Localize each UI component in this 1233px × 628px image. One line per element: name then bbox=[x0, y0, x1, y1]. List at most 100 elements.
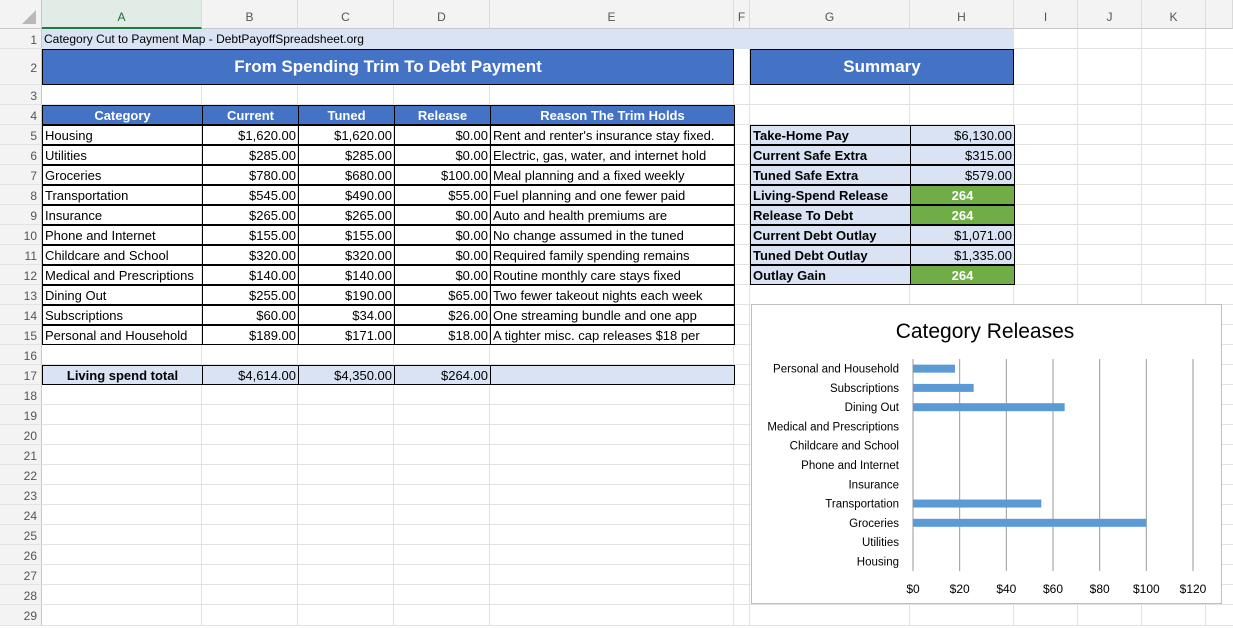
total-row-cell[interactable]: $4,350.00 bbox=[298, 365, 395, 385]
row-header-21[interactable]: 21 bbox=[0, 445, 42, 465]
summary-value[interactable]: 264 bbox=[910, 185, 1015, 205]
table-cell[interactable]: One streaming bundle and one app bbox=[490, 305, 735, 325]
row-header-10[interactable]: 10 bbox=[0, 225, 42, 245]
row-header-27[interactable]: 27 bbox=[0, 565, 42, 585]
table-cell[interactable]: $18.00 bbox=[394, 325, 491, 345]
column-header-k[interactable]: K bbox=[1142, 0, 1206, 29]
total-row-cell[interactable] bbox=[490, 365, 735, 385]
summary-value[interactable]: 264 bbox=[910, 265, 1015, 285]
table-cell[interactable]: $285.00 bbox=[202, 145, 299, 165]
table-cell[interactable]: $680.00 bbox=[298, 165, 395, 185]
table-cell[interactable]: Utilities bbox=[42, 145, 203, 165]
row-header-24[interactable]: 24 bbox=[0, 505, 42, 525]
summary-label[interactable]: Tuned Safe Extra bbox=[750, 165, 911, 185]
table-cell[interactable]: Required family spending remains bbox=[490, 245, 735, 265]
row-header-25[interactable]: 25 bbox=[0, 525, 42, 545]
column-header-i[interactable]: I bbox=[1014, 0, 1078, 29]
row-header-19[interactable]: 19 bbox=[0, 405, 42, 425]
table-cell[interactable]: Subscriptions bbox=[42, 305, 203, 325]
row-header-22[interactable]: 22 bbox=[0, 465, 42, 485]
total-row-cell[interactable]: $264.00 bbox=[394, 365, 491, 385]
table-cell[interactable]: Personal and Household bbox=[42, 325, 203, 345]
row-header-12[interactable]: 12 bbox=[0, 265, 42, 285]
table-cell[interactable]: $155.00 bbox=[298, 225, 395, 245]
row-header-20[interactable]: 20 bbox=[0, 425, 42, 445]
summary-value[interactable]: $1,335.00 bbox=[910, 245, 1015, 265]
summary-label[interactable]: Release To Debt bbox=[750, 205, 911, 225]
table-cell[interactable]: Electric, gas, water, and internet hold bbox=[490, 145, 735, 165]
row-header-11[interactable]: 11 bbox=[0, 245, 42, 265]
table-header-cell[interactable]: Current bbox=[202, 105, 299, 125]
summary-value[interactable]: $1,071.00 bbox=[910, 225, 1015, 245]
table-cell[interactable]: $320.00 bbox=[298, 245, 395, 265]
total-row-cell[interactable]: Living spend total bbox=[42, 365, 203, 385]
table-cell[interactable]: $0.00 bbox=[394, 225, 491, 245]
row-header-1[interactable]: 1 bbox=[0, 29, 42, 49]
row-header-16[interactable]: 16 bbox=[0, 345, 42, 365]
table-cell[interactable]: A tighter misc. cap releases $18 per bbox=[490, 325, 735, 345]
table-cell[interactable]: $320.00 bbox=[202, 245, 299, 265]
summary-label[interactable]: Tuned Debt Outlay bbox=[750, 245, 911, 265]
table-cell[interactable]: $0.00 bbox=[394, 145, 491, 165]
table-cell[interactable]: Dining Out bbox=[42, 285, 203, 305]
row-header-5[interactable]: 5 bbox=[0, 125, 42, 145]
table-cell[interactable]: Meal planning and a fixed weekly bbox=[490, 165, 735, 185]
summary-label[interactable]: Outlay Gain bbox=[750, 265, 911, 285]
table-cell[interactable]: $545.00 bbox=[202, 185, 299, 205]
table-cell[interactable]: $0.00 bbox=[394, 245, 491, 265]
column-header-g[interactable]: G bbox=[750, 0, 910, 29]
column-header-j[interactable]: J bbox=[1078, 0, 1142, 29]
row-header-18[interactable]: 18 bbox=[0, 385, 42, 405]
table-cell[interactable]: Routine monthly care stays fixed bbox=[490, 265, 735, 285]
total-row-cell[interactable]: $4,614.00 bbox=[202, 365, 299, 385]
row-header-4[interactable]: 4 bbox=[0, 105, 42, 125]
table-cell[interactable]: Housing bbox=[42, 125, 203, 145]
table-cell[interactable]: $0.00 bbox=[394, 125, 491, 145]
summary-value[interactable]: 264 bbox=[910, 205, 1015, 225]
column-header-a[interactable]: A bbox=[42, 0, 202, 29]
table-cell[interactable]: $1,620.00 bbox=[202, 125, 299, 145]
table-header-cell[interactable]: Tuned bbox=[298, 105, 395, 125]
table-cell[interactable]: $255.00 bbox=[202, 285, 299, 305]
table-cell[interactable]: $140.00 bbox=[202, 265, 299, 285]
row-header-6[interactable]: 6 bbox=[0, 145, 42, 165]
table-cell[interactable]: Groceries bbox=[42, 165, 203, 185]
table-cell[interactable]: $140.00 bbox=[298, 265, 395, 285]
summary-value[interactable]: $6,130.00 bbox=[910, 125, 1015, 145]
table-cell[interactable]: Insurance bbox=[42, 205, 203, 225]
table-cell[interactable]: $171.00 bbox=[298, 325, 395, 345]
column-header-b[interactable]: B bbox=[202, 0, 298, 29]
table-cell[interactable]: $780.00 bbox=[202, 165, 299, 185]
table-cell[interactable]: $55.00 bbox=[394, 185, 491, 205]
table-cell[interactable]: Transportation bbox=[42, 185, 203, 205]
table-cell[interactable]: $190.00 bbox=[298, 285, 395, 305]
banner-left[interactable]: From Spending Trim To Debt Payment bbox=[42, 49, 734, 85]
table-header-cell[interactable]: Category bbox=[42, 105, 203, 125]
table-header-cell[interactable]: Release bbox=[394, 105, 491, 125]
column-header-c[interactable]: C bbox=[298, 0, 394, 29]
table-cell[interactable]: $0.00 bbox=[394, 205, 491, 225]
row-header-28[interactable]: 28 bbox=[0, 585, 42, 605]
summary-value[interactable]: $315.00 bbox=[910, 145, 1015, 165]
table-cell[interactable]: $189.00 bbox=[202, 325, 299, 345]
row-header-9[interactable]: 9 bbox=[0, 205, 42, 225]
table-cell[interactable]: Fuel planning and one fewer paid bbox=[490, 185, 735, 205]
table-cell[interactable]: Auto and health premiums are bbox=[490, 205, 735, 225]
row-header-13[interactable]: 13 bbox=[0, 285, 42, 305]
table-cell[interactable]: $1,620.00 bbox=[298, 125, 395, 145]
row-header-17[interactable]: 17 bbox=[0, 365, 42, 385]
table-cell[interactable]: $0.00 bbox=[394, 265, 491, 285]
table-cell[interactable]: $34.00 bbox=[298, 305, 395, 325]
row-header-23[interactable]: 23 bbox=[0, 485, 42, 505]
summary-label[interactable]: Current Safe Extra bbox=[750, 145, 911, 165]
table-header-cell[interactable]: Reason The Trim Holds bbox=[490, 105, 735, 125]
table-cell[interactable]: Phone and Internet bbox=[42, 225, 203, 245]
summary-label[interactable]: Take-Home Pay bbox=[750, 125, 911, 145]
table-cell[interactable]: $100.00 bbox=[394, 165, 491, 185]
table-cell[interactable]: $65.00 bbox=[394, 285, 491, 305]
summary-label[interactable]: Living-Spend Release bbox=[750, 185, 911, 205]
row-header-26[interactable]: 26 bbox=[0, 545, 42, 565]
row-header-3[interactable]: 3 bbox=[0, 85, 42, 105]
category-releases-chart[interactable]: Category Releases $0 $20 $40 $60 $80 $100 $120 H… bbox=[751, 304, 1222, 604]
table-cell[interactable]: $265.00 bbox=[298, 205, 395, 225]
